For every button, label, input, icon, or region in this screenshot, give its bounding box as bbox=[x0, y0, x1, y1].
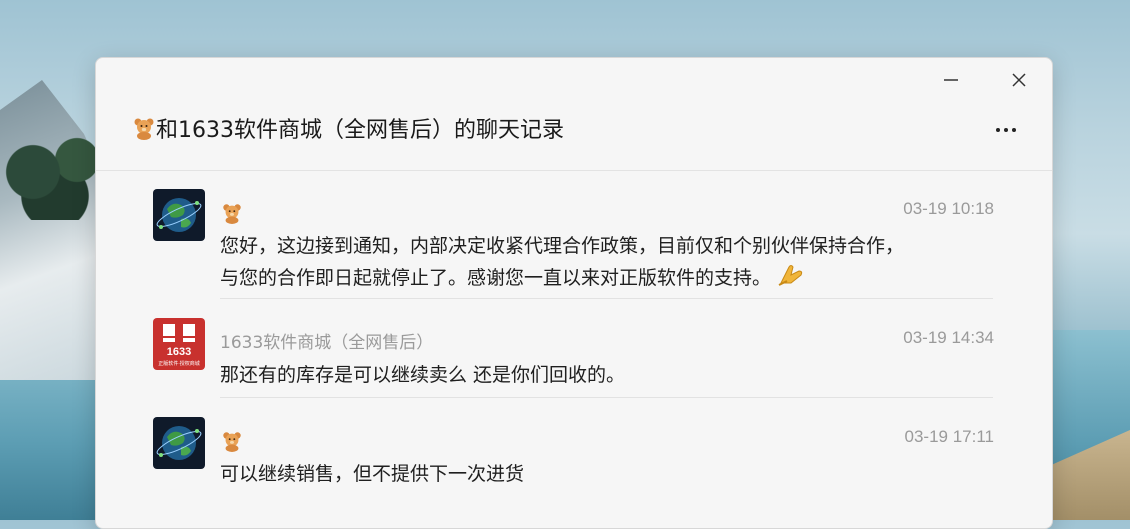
message-divider bbox=[220, 397, 993, 398]
avatar-logo-text: 1633 bbox=[167, 346, 191, 358]
1633-store-logo-avatar[interactable]: 1633 正版软件·授权商城 bbox=[153, 318, 205, 370]
message-text[interactable]: 您好，这边接到通知，内部决定收紧代理合作政策，目前仅和个别伙伴保持合作， 与您的… bbox=[220, 231, 980, 296]
message-timestamp: 03-19 17:11 bbox=[904, 427, 994, 446]
earth-globe-avatar[interactable] bbox=[153, 417, 205, 469]
avatar-logo-subtext: 正版软件·授权商城 bbox=[158, 360, 200, 367]
minimize-button[interactable] bbox=[934, 66, 968, 94]
message-text-line: 您好，这边接到通知，内部决定收紧代理合作政策，目前仅和个别伙伴保持合作， bbox=[220, 235, 905, 257]
praying-hands-emoji-icon bbox=[777, 261, 805, 296]
message-timestamp: 03-19 10:18 bbox=[903, 199, 994, 218]
close-button[interactable] bbox=[1002, 66, 1036, 94]
window-titlebar: 和1633软件商城（全网售后）的聊天记录 bbox=[96, 58, 1052, 171]
message-timestamp: 03-19 14:34 bbox=[903, 328, 994, 347]
window-title: 和1633软件商城（全网售后）的聊天记录 bbox=[132, 112, 564, 144]
message-text-segment: 与您的合作即日起就停止了。感谢您一直以来对正版软件的支持。 bbox=[220, 267, 772, 289]
earth-globe-avatar[interactable] bbox=[153, 189, 205, 241]
more-dot bbox=[1012, 128, 1016, 132]
message-divider bbox=[220, 298, 993, 299]
more-dot bbox=[996, 128, 1000, 132]
message-text[interactable]: 可以继续销售，但不提供下一次进货 bbox=[220, 459, 980, 489]
window-title-text: 和1633软件商城（全网售后）的聊天记录 bbox=[156, 118, 564, 143]
minimize-icon bbox=[944, 79, 958, 81]
wallpaper-trees bbox=[0, 100, 110, 220]
bear-emoji-icon bbox=[220, 429, 244, 453]
more-options-button[interactable] bbox=[986, 120, 1026, 140]
message-text-line: 那还有的库存是可以继续卖么 还是你们回收的。 bbox=[220, 364, 626, 386]
close-icon bbox=[1012, 73, 1026, 87]
chat-history-window: 和1633软件商城（全网售后）的聊天记录 03-19 10:18 您好，这边接到… bbox=[95, 57, 1053, 529]
bear-emoji-icon bbox=[220, 201, 244, 225]
message-text[interactable]: 那还有的库存是可以继续卖么 还是你们回收的。 bbox=[220, 360, 980, 390]
message-text-line: 可以继续销售，但不提供下一次进货 bbox=[220, 463, 525, 485]
more-dot bbox=[1004, 128, 1008, 132]
message-text-line: 与您的合作即日起就停止了。感谢您一直以来对正版软件的支持。 bbox=[220, 261, 980, 296]
bear-emoji-icon bbox=[132, 116, 156, 140]
sender-name: 1633软件商城（全网售后） bbox=[220, 333, 434, 353]
